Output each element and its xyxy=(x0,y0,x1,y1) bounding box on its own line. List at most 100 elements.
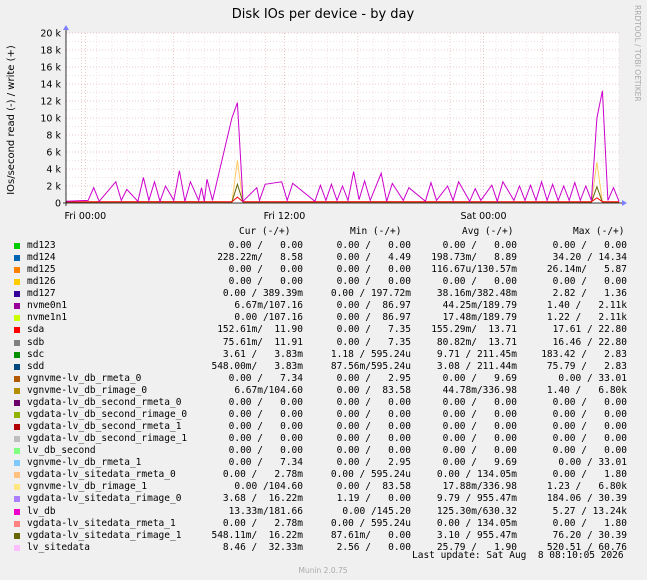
legend-value-avg: 198.73m/ 8.89 xyxy=(431,252,517,264)
legend-name: md125 xyxy=(27,264,56,276)
legend-swatch xyxy=(14,291,20,298)
legend-swatch xyxy=(14,448,20,455)
legend-name: vgdata-lv_sitedata_rimage_0 xyxy=(27,493,182,505)
legend-value-avg: 155.29m/ 13.71 xyxy=(431,324,517,336)
y-tick-label: 10 k xyxy=(40,114,61,125)
legend-value-avg: 17.48m/189.79 xyxy=(442,312,517,324)
legend-name: vgdata-lv_db_second_rmeta_0 xyxy=(27,396,182,408)
legend-value-max: 75.79 / 2.83 xyxy=(546,360,627,372)
legend-value-max: 17.61 / 22.80 xyxy=(552,324,627,336)
legend-value-min: 0.00 / 83.58 xyxy=(336,481,411,493)
legend-name: lv_db xyxy=(27,505,56,517)
legend-row: sdc 3.61 / 3.83m 1.18 / 595.24u 9.71 / 211.… xyxy=(0,349,647,361)
legend-value-avg: 17.88m/336.98 xyxy=(442,481,517,493)
legend-row: md123 0.00 / 0.00 0.00 / 0.00 0.00 / 0.00 0.… xyxy=(0,240,647,252)
legend-value-avg: 0.00 / 0.00 xyxy=(442,276,517,288)
legend-value-avg: 3.10 / 955.47m xyxy=(436,529,517,541)
legend-value-max: 34.20 / 14.34 xyxy=(552,252,627,264)
legend-row: vgdata-lv_db_second_rimage_1 0.00 / 0.00 0… xyxy=(0,433,647,445)
legend-value-cur: 0.00 / 0.00 xyxy=(228,408,303,420)
legend-swatch xyxy=(14,520,20,527)
legend-value-cur: 0.00 / 7.34 xyxy=(228,457,303,469)
legend-value-max: 76.20 / 30.39 xyxy=(552,529,627,541)
last-update: Last update: Sat Aug 8 08:10:05 2026 xyxy=(412,550,624,561)
legend-value-cur: 0.00 /107.16 xyxy=(234,312,303,324)
legend-value-max: 0.00 / 0.00 xyxy=(552,421,627,433)
legend-value-avg: 38.16m/382.48m xyxy=(436,288,517,300)
legend-swatch xyxy=(14,544,20,551)
legend-name: sdb xyxy=(27,336,45,348)
legend-row: vgdata-lv_db_second_rmeta_1 0.00 / 0.00 0.… xyxy=(0,421,647,433)
legend-value-min: 0.00 / 7.35 xyxy=(336,324,411,336)
legend-value-min: 0.00 / 0.00 xyxy=(336,240,411,251)
legend-value-avg: 0.00 / 0.00 xyxy=(442,421,517,433)
legend-value-max: 183.42 / 2.83 xyxy=(541,348,627,360)
legend-value-max: 0.00 / 0.00 xyxy=(552,276,627,288)
legend-value-max: 5.27 / 13.24k xyxy=(552,505,627,517)
legend-value-min: 0.00 /145.20 xyxy=(342,505,411,517)
legend-value-avg: 0.00 / 134.05m xyxy=(436,517,517,529)
legend-value-avg: 44.78m/336.98 xyxy=(442,384,517,396)
legend-swatch xyxy=(14,496,20,503)
legend-value-cur: 3.61 / 3.83m xyxy=(222,348,303,360)
legend-swatch xyxy=(14,327,20,334)
legend-value-cur: 3.68 / 16.22m xyxy=(222,493,303,505)
legend-value-max: 26.14m/ 5.87 xyxy=(546,264,627,276)
legend-value-min: 1.19 / 0.00 xyxy=(336,493,411,505)
legend-value-avg: 0.00 / 0.00 xyxy=(442,396,517,408)
y-tick-label: 16 k xyxy=(40,63,61,74)
y-tick-label: 20 k xyxy=(40,29,61,40)
y-ticks: 0 2 k 4 k 6 k 8 k 10 k 12 k 14 k 16 k 18 k 20 k xyxy=(40,29,61,210)
legend-row: lv_db_second 0.00 / 0.00 0.00 / 0.00 0.00 /… xyxy=(0,445,647,457)
legend-value-min: 0.00 / 0.00 xyxy=(336,421,411,433)
legend-value-max: 0.00 / 1.80 xyxy=(552,469,627,481)
legend-header-avg: Avg (-/+) xyxy=(462,226,514,237)
legend-swatch xyxy=(14,484,20,491)
legend-header-min: Min (-/+) xyxy=(350,226,402,237)
legend-name: vgdata-lv_db_second_rimage_1 xyxy=(27,433,188,445)
legend-name: lv_sitedata xyxy=(27,541,90,553)
legend-name: vgdata-lv_sitedata_rimage_1 xyxy=(27,529,182,541)
legend-row: sda 152.61m/ 11.90 0.00 / 7.35 155.29m/ 13.… xyxy=(0,324,647,336)
legend-value-min: 0.00 / 83.58 xyxy=(336,384,411,396)
legend-header-cur: Cur (-/+) xyxy=(239,226,291,237)
legend-value-min: 0.00 / 595.24u xyxy=(330,469,411,481)
legend-value-min: 87.61m/ 0.00 xyxy=(330,529,411,541)
legend-swatch xyxy=(14,351,20,358)
x-tick-label: Sat 00:00 xyxy=(461,211,507,222)
legend-value-avg: 0.00 / 9.69 xyxy=(442,457,517,469)
legend-row: vgdata-lv_sitedata_rimage_0 3.68 / 16.22m… xyxy=(0,493,647,505)
legend-row: vgnvme-lv_db_rimage_1 0.00 /104.60 0.00 / … xyxy=(0,481,647,493)
legend-row: vgnvme-lv_db_rimage_0 6.67m/104.60 0.00 / … xyxy=(0,385,647,397)
legend-value-min: 0.00 / 0.00 xyxy=(336,264,411,276)
legend-swatch xyxy=(14,472,20,479)
legend-value-cur: 0.00 / 0.00 xyxy=(228,276,303,288)
legend-swatch xyxy=(14,339,20,346)
legend-name: sdd xyxy=(27,360,45,372)
legend-value-min: 0.00 / 197.72m xyxy=(330,288,411,300)
legend-name: lv_db_second xyxy=(27,445,96,457)
y-tick-label: 8 k xyxy=(46,131,61,142)
legend-row: md127 0.00 / 389.39m 0.00 / 197.72m 38.16m/… xyxy=(0,288,647,300)
legend-name: vgdata-lv_sitedata_rmeta_1 xyxy=(27,517,176,529)
legend-value-avg: 3.08 / 211.44m xyxy=(436,360,517,372)
legend-value-avg: 0.00 / 0.00 xyxy=(442,240,517,251)
legend-value-min: 2.56 / 0.00 xyxy=(336,541,411,553)
legend-name: vgnvme-lv_db_rimage_1 xyxy=(27,481,148,493)
legend-value-cur: 8.46 / 32.33m xyxy=(222,541,303,553)
legend-value-cur: 0.00 / 389.39m xyxy=(222,288,303,300)
legend-swatch xyxy=(14,411,20,418)
legend-name: vgnvme-lv_db_rmeta_0 xyxy=(27,372,142,384)
legend-swatch xyxy=(14,255,20,262)
legend-value-max: 2.82 / 1.36 xyxy=(552,288,627,300)
legend-value-cur: 0.00 /104.60 xyxy=(234,481,303,493)
legend-value-min: 0.00 / 0.00 xyxy=(336,276,411,288)
legend-value-max: 0.00 / 0.00 xyxy=(552,445,627,457)
y-axis-label: IOs/second read (-) / write (+) xyxy=(6,45,17,195)
legend-value-max: 1.22 / 2.11k xyxy=(546,312,627,324)
legend-value-avg: 0.00 / 0.00 xyxy=(442,408,517,420)
y-tick-label: 14 k xyxy=(40,80,61,91)
legend-row: nvme0n1 6.67m/107.16 0.00 / 86.97 44.25m/18… xyxy=(0,300,647,312)
legend-row: vgnvme-lv_db_rmeta_0 0.00 / 7.34 0.00 / 2.… xyxy=(0,373,647,385)
legend-value-min: 0.00 / 86.97 xyxy=(336,300,411,312)
